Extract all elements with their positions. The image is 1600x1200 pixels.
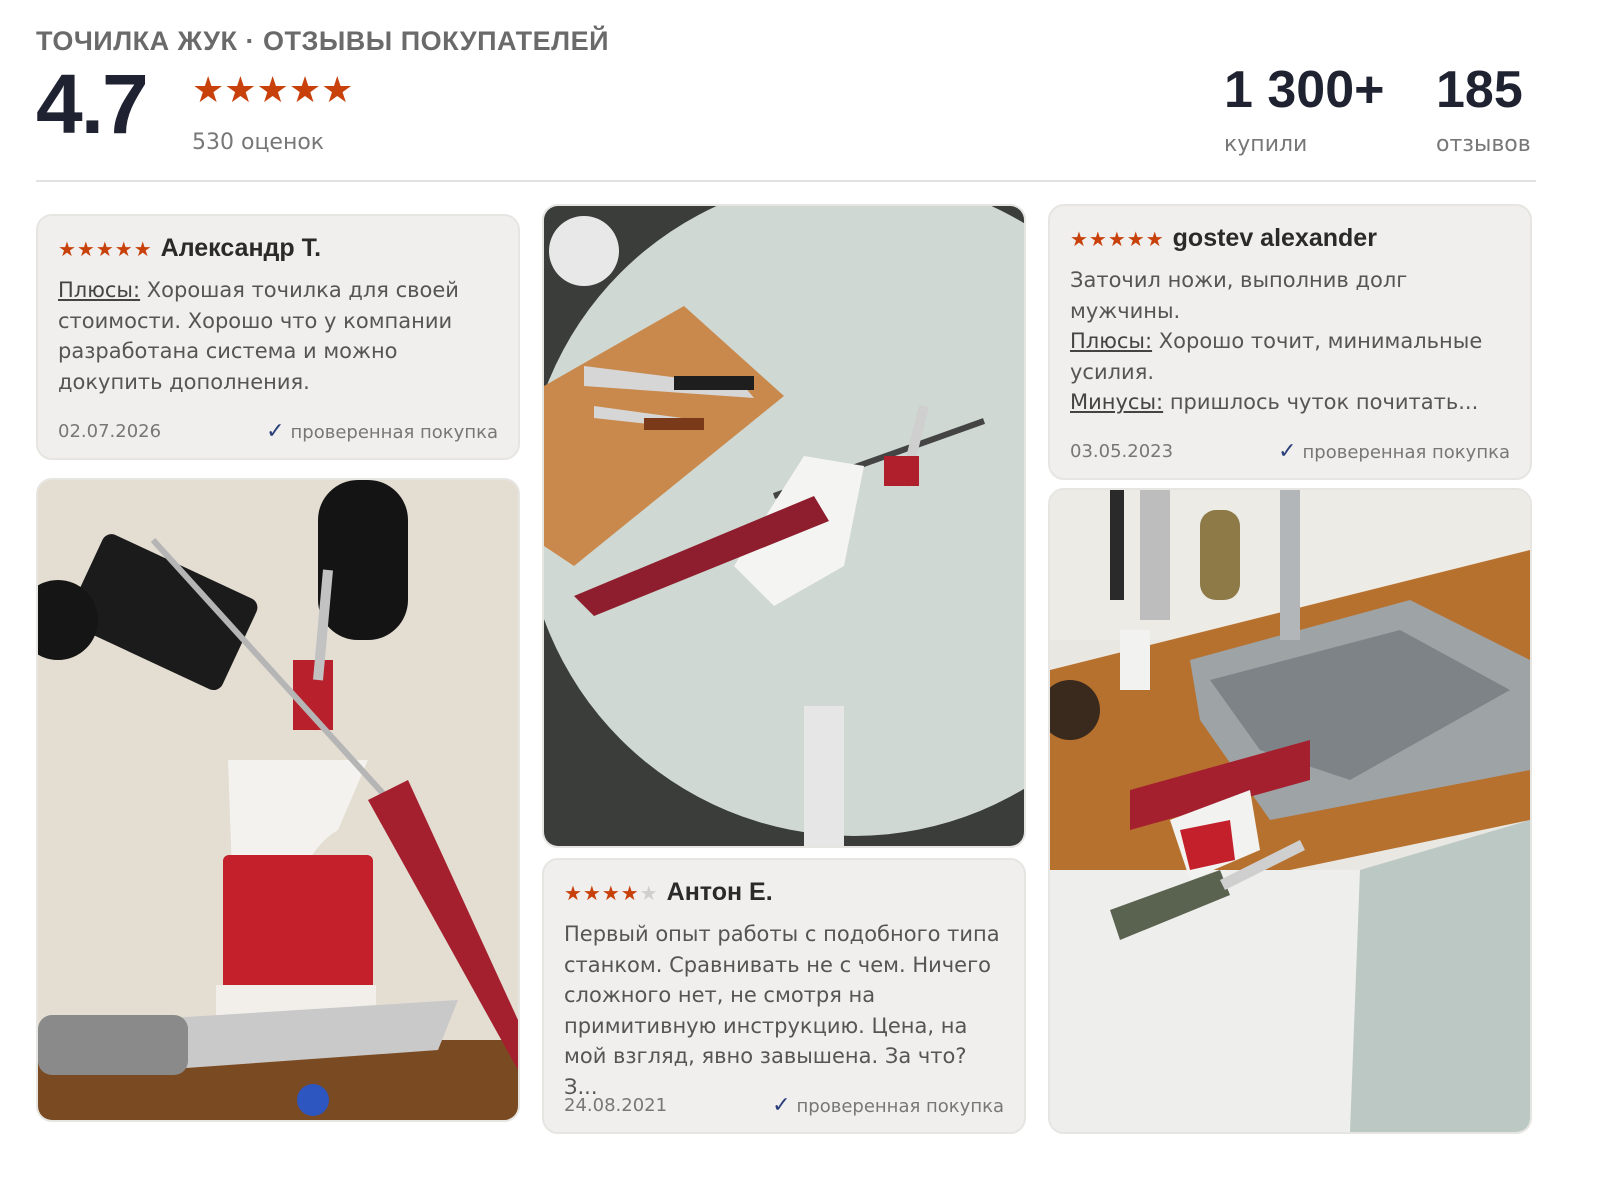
sharpener-table-image bbox=[544, 206, 1024, 846]
review-photo[interactable] bbox=[542, 204, 1026, 848]
review-footer: 02.07.2026 ✓ проверенная покупка bbox=[58, 419, 498, 444]
review-card[interactable]: ★★★★★ gostev alexander Заточил ножи, вып… bbox=[1048, 204, 1532, 480]
review-intro: Заточил ножи, выполнив долг мужчины. bbox=[1070, 268, 1408, 323]
verified-label: проверенная покупка bbox=[1302, 442, 1510, 463]
review-author: Александр Т. bbox=[160, 234, 322, 262]
review-stars: ★★★★★ bbox=[58, 236, 153, 261]
header-divider bbox=[36, 180, 1536, 182]
average-rating: 4.7 bbox=[36, 57, 149, 151]
review-head: ★★★★★ Александр Т. bbox=[58, 234, 498, 263]
sharpener-photo-image bbox=[38, 480, 518, 1120]
verified-label: проверенная покупка bbox=[796, 1096, 1004, 1117]
check-icon: ✓ bbox=[772, 1093, 791, 1118]
review-head: ★★★★★ gostev alexander bbox=[1070, 224, 1510, 253]
rating-count[interactable]: 530 оценок bbox=[192, 130, 324, 155]
verified-badge: ✓ проверенная покупка bbox=[772, 1093, 1004, 1118]
review-date: 02.07.2026 bbox=[58, 421, 162, 442]
review-pros: Плюсы: Хорошо точит, минимальные усилия. bbox=[1070, 326, 1510, 387]
review-stars: ★★★★★ bbox=[1070, 226, 1165, 251]
stars-empty: ★ bbox=[639, 880, 659, 905]
review-card[interactable]: ★★★★★ Антон Е. Первый опыт работы с подо… bbox=[542, 858, 1026, 1134]
review-date: 03.05.2023 bbox=[1070, 441, 1174, 462]
check-icon: ✓ bbox=[1278, 439, 1297, 464]
verified-label: проверенная покупка bbox=[290, 422, 498, 443]
stars-filled: ★★★★ bbox=[564, 880, 640, 905]
review-text: Первый опыт работы с подобного типа стан… bbox=[564, 922, 1000, 1099]
review-stars: ★★★★★ bbox=[564, 881, 659, 905]
review-cons: Минусы: пришлось чуток почитать... bbox=[1070, 387, 1510, 418]
stat-bought: 1 300+ купили bbox=[1224, 60, 1385, 157]
page-title: ТОЧИЛКА ЖУК · ОТЗЫВЫ ПОКУПАТЕЛЕЙ bbox=[36, 26, 610, 56]
bought-value: 1 300+ bbox=[1224, 61, 1385, 119]
review-author: gostev alexander bbox=[1172, 224, 1377, 252]
review-photo[interactable] bbox=[36, 478, 520, 1122]
cons-text: пришлось чуток почитать... bbox=[1163, 390, 1479, 414]
verified-badge: ✓ проверенная покупка bbox=[266, 419, 498, 444]
sharpener-kitchen-image bbox=[1050, 490, 1530, 1132]
review-footer: 03.05.2023 ✓ проверенная покупка bbox=[1070, 439, 1510, 464]
review-author: Антон Е. bbox=[666, 878, 773, 906]
review-head: ★★★★★ Антон Е. bbox=[564, 878, 1004, 907]
pros-label: Плюсы: bbox=[58, 278, 141, 302]
reviews-header: ТОЧИЛКА ЖУК · ОТЗЫВЫ ПОКУПАТЕЛЕЙ 4.7 ★★★… bbox=[36, 0, 1564, 184]
check-icon: ✓ bbox=[266, 419, 285, 444]
bought-label: купили bbox=[1224, 132, 1308, 157]
rating-stars: ★★★★★ bbox=[192, 70, 354, 111]
pros-label: Плюсы: bbox=[1070, 329, 1153, 353]
verified-badge: ✓ проверенная покупка bbox=[1278, 439, 1510, 464]
cons-label: Минусы: bbox=[1070, 390, 1164, 414]
review-footer: 24.08.2021 ✓ проверенная покупка bbox=[564, 1093, 1004, 1118]
review-text: Плюсы: Хорошая точилка для своей стоимос… bbox=[58, 275, 498, 397]
review-card[interactable]: ★★★★★ Александр Т. Плюсы: Хорошая точилк… bbox=[36, 214, 520, 460]
review-date: 24.08.2021 bbox=[564, 1095, 668, 1116]
review-text: Заточил ножи, выполнив долг мужчины. Плю… bbox=[1070, 265, 1510, 418]
stat-reviews[interactable]: 185 отзывов bbox=[1436, 60, 1531, 157]
review-photo[interactable] bbox=[1048, 488, 1532, 1134]
reviews-value: 185 bbox=[1436, 61, 1523, 119]
reviews-label: отзывов bbox=[1436, 132, 1531, 157]
